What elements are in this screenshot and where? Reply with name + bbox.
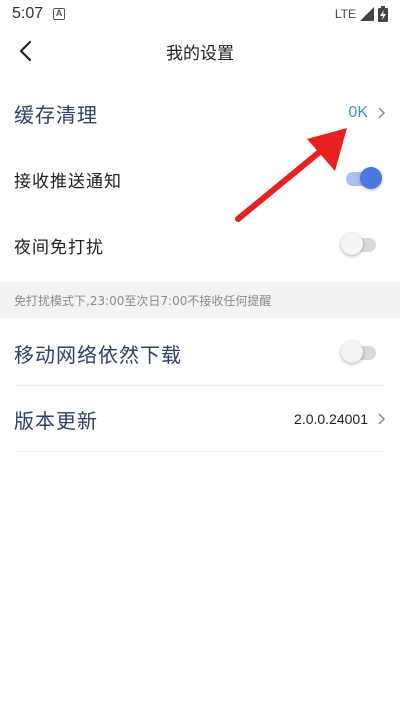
row-divider bbox=[14, 451, 386, 452]
setting-label-cache: 缓存清理 bbox=[14, 102, 98, 127]
battery-charging-icon bbox=[378, 6, 388, 22]
setting-right-push bbox=[346, 167, 386, 189]
push-notification-toggle[interactable] bbox=[346, 167, 382, 189]
signal-icon bbox=[360, 7, 374, 21]
setting-row-cache[interactable]: 缓存清理 0K bbox=[0, 80, 400, 146]
status-bar: 5:07 A LTE bbox=[0, 0, 400, 28]
page-title: 我的设置 bbox=[166, 43, 234, 64]
setting-label-version: 版本更新 bbox=[14, 408, 98, 433]
toggle-knob bbox=[341, 233, 363, 255]
dnd-hint-bar: 免打扰模式下,23:00至次日7:00不接收任何提醒 bbox=[0, 282, 400, 318]
toggle-knob bbox=[341, 341, 363, 363]
back-button[interactable] bbox=[8, 34, 42, 68]
app-header: 我的设置 bbox=[0, 28, 400, 74]
setting-right-mobile-download bbox=[341, 341, 386, 363]
cache-size-value: 0K bbox=[348, 104, 368, 121]
setting-label-push: 接收推送通知 bbox=[14, 171, 122, 192]
toggle-knob bbox=[360, 167, 382, 189]
back-arrow-icon bbox=[19, 40, 32, 62]
chevron-right-icon bbox=[378, 107, 386, 119]
setting-right-night bbox=[341, 233, 386, 255]
version-number: 2.0.0.24001 bbox=[294, 411, 368, 427]
setting-label-night: 夜间免打扰 bbox=[14, 237, 104, 258]
setting-right-version: 2.0.0.24001 bbox=[294, 411, 386, 427]
settings-group-bottom: 移动网络依然下载 版本更新 2.0.0.24001 bbox=[0, 320, 400, 452]
mobile-download-toggle[interactable] bbox=[341, 341, 376, 363]
network-type: LTE bbox=[334, 7, 356, 21]
chevron-right-icon bbox=[378, 413, 386, 425]
setting-row-night: 夜间免打扰 bbox=[0, 212, 400, 278]
setting-label-mobile-download: 移动网络依然下载 bbox=[14, 342, 182, 367]
dnd-hint-text: 免打扰模式下,23:00至次日7:00不接收任何提醒 bbox=[14, 293, 272, 308]
do-not-disturb-toggle[interactable] bbox=[341, 233, 376, 255]
setting-row-push: 接收推送通知 bbox=[0, 146, 400, 212]
setting-row-mobile-download: 移动网络依然下载 bbox=[0, 320, 400, 386]
status-right: LTE bbox=[335, 6, 388, 22]
setting-row-version[interactable]: 版本更新 2.0.0.24001 bbox=[0, 386, 400, 452]
settings-group-top: 缓存清理 0K 接收推送通知 夜间免打扰 bbox=[0, 80, 400, 278]
notification-a-icon: A bbox=[53, 8, 66, 20]
setting-right-cache: 0K bbox=[348, 104, 386, 122]
status-time: 5:07 bbox=[12, 5, 44, 22]
